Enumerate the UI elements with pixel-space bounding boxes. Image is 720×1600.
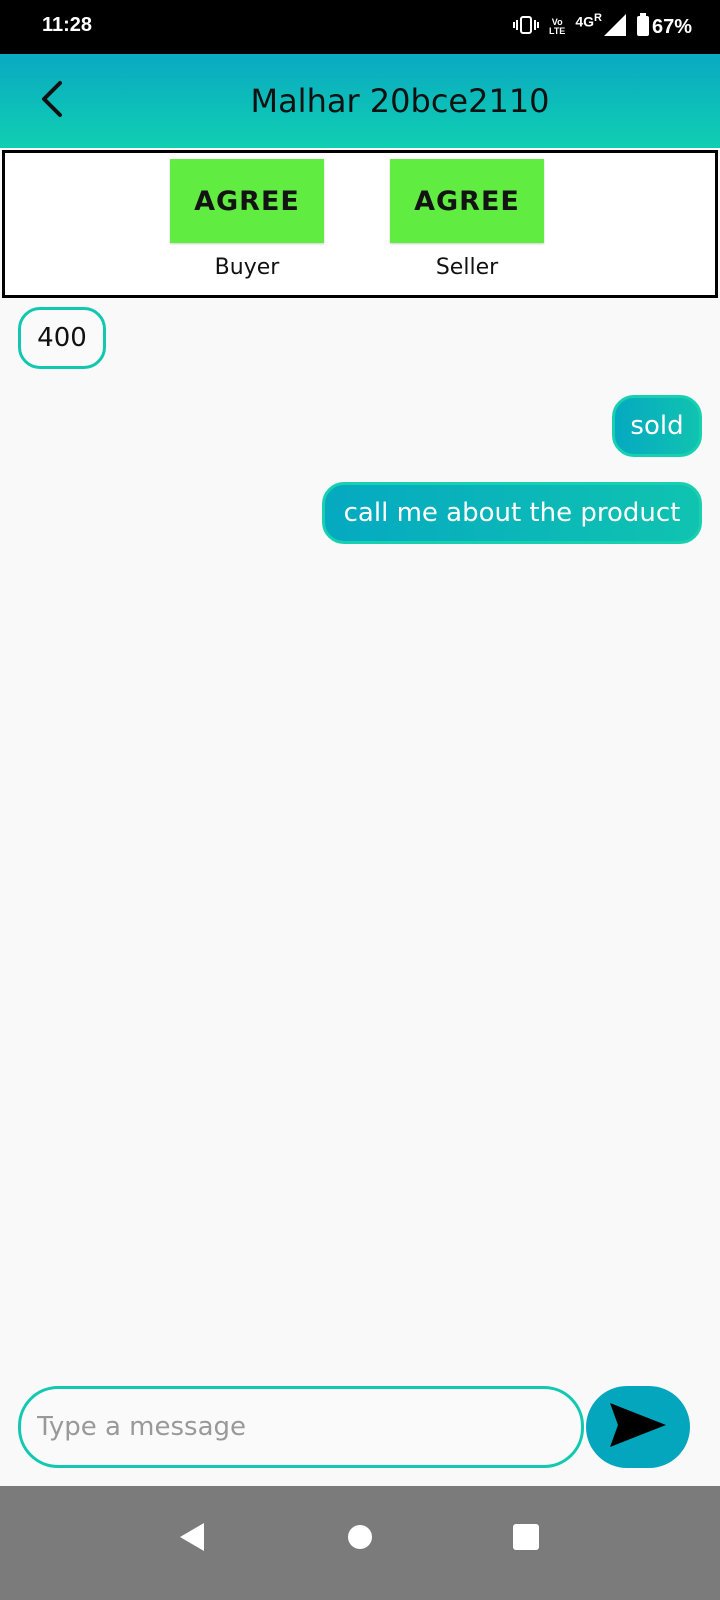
- buyer-agree-button[interactable]: AGREE: [170, 159, 324, 243]
- outgoing-message: call me about the product: [322, 482, 702, 544]
- system-nav-bar: [0, 1486, 720, 1600]
- nav-recents-icon: [512, 1523, 540, 1555]
- status-bar: 11:28 Vo LTE 4GR 67%: [0, 0, 720, 54]
- seller-agree-button[interactable]: AGREE: [390, 159, 544, 243]
- network-type: 4GR: [575, 12, 602, 30]
- battery-percent: 67%: [651, 15, 692, 38]
- network-label: 4G: [575, 13, 595, 30]
- send-icon: [608, 1401, 668, 1453]
- vibrate-icon: [512, 15, 539, 40]
- nav-back-icon: [178, 1522, 206, 1556]
- chat-title: Malhar 20bce2110: [250, 82, 550, 120]
- buyer-label: Buyer: [214, 255, 280, 280]
- signal-icon: [603, 13, 626, 41]
- nav-recents-button[interactable]: [491, 1508, 561, 1570]
- buyer-agreement: AGREE Buyer: [170, 159, 324, 280]
- outgoing-message: sold: [612, 395, 702, 457]
- seller-label: Seller: [435, 255, 499, 280]
- volte-bottom: LTE: [548, 26, 566, 36]
- message-input[interactable]: [18, 1386, 584, 1468]
- battery-icon: [636, 12, 650, 42]
- incoming-message: 400: [18, 307, 106, 369]
- roaming-label: R: [594, 12, 602, 25]
- agreement-panel: AGREE Buyer AGREE Seller: [2, 150, 718, 298]
- status-icons: Vo LTE 4GR 67%: [512, 12, 692, 42]
- status-time: 11:28: [42, 14, 93, 36]
- seller-agreement: AGREE Seller: [390, 159, 544, 280]
- app-bar: Malhar 20bce2110: [0, 54, 720, 148]
- send-button[interactable]: [586, 1386, 690, 1468]
- nav-home-icon: [347, 1524, 373, 1554]
- volte-icon: Vo LTE: [549, 18, 565, 36]
- nav-back-button[interactable]: [157, 1508, 227, 1570]
- nav-home-button[interactable]: [325, 1508, 395, 1570]
